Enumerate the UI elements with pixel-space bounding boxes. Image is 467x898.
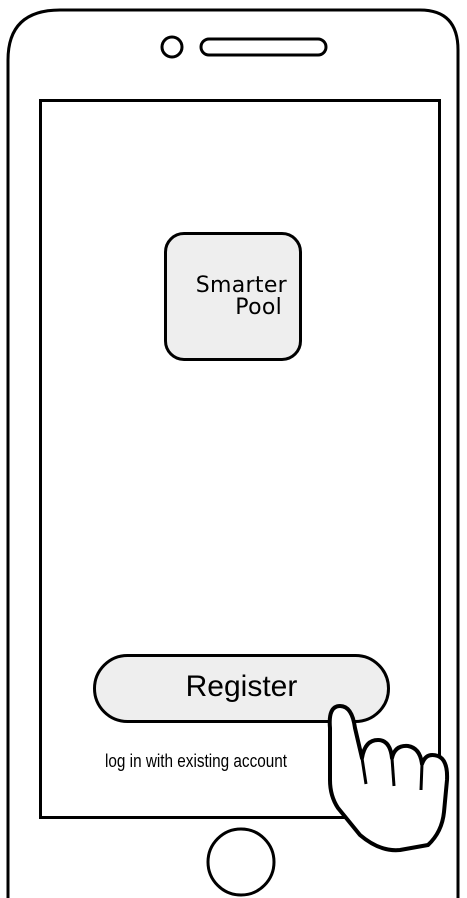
speaker-icon (199, 37, 328, 57)
app-logo: Smarter Pool (164, 232, 302, 361)
logo-text-line1: Smarter (195, 273, 287, 298)
home-button-icon[interactable] (206, 827, 276, 897)
phone-mockup: Smarter Pool Register log in with existi… (0, 0, 467, 898)
register-button[interactable]: Register (93, 654, 390, 723)
register-button-label: Register (185, 669, 298, 703)
camera-icon (160, 35, 184, 59)
logo-text-line2: Pool (235, 295, 282, 320)
login-existing-account-link[interactable]: log in with existing account (105, 751, 287, 772)
